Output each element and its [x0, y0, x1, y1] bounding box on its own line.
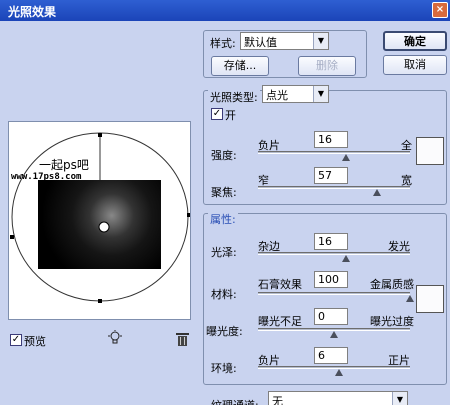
texture-value: 无: [272, 395, 283, 405]
texture-label: 纹理通道:: [211, 397, 259, 405]
ok-button[interactable]: 确定: [383, 31, 447, 51]
intensity-input[interactable]: 16: [314, 131, 348, 148]
light-type-label: 光照类型:: [208, 89, 260, 105]
light-bulb-icon[interactable]: [108, 330, 122, 346]
material-slider-thumb[interactable]: [406, 295, 414, 302]
intensity-label: 强度:: [211, 149, 237, 162]
window-title: 光照效果: [8, 5, 57, 19]
preview-checkbox[interactable]: ✓: [10, 334, 22, 346]
gloss-slider-track[interactable]: [258, 252, 410, 255]
light-center-handle[interactable]: [97, 220, 111, 234]
chevron-down-icon: ▼: [313, 86, 328, 102]
ambience-label: 环境:: [211, 362, 237, 375]
style-label: 样式:: [210, 37, 236, 50]
save-style-button[interactable]: 存储...: [211, 56, 269, 76]
ellipse-handle-left: [10, 235, 14, 239]
light-type-value: 点光: [266, 89, 288, 102]
light-type-select[interactable]: 点光 ▼: [262, 85, 329, 103]
ellipse-handle-bottom: [98, 299, 102, 303]
cancel-button[interactable]: 取消: [383, 55, 447, 75]
focus-input[interactable]: 57: [314, 167, 348, 184]
light-on-checkbox[interactable]: ✓: [211, 108, 223, 120]
exposure-left-label: 曝光不足: [258, 315, 302, 328]
gloss-slider-thumb[interactable]: [342, 255, 351, 262]
material-slider-track[interactable]: [258, 292, 410, 295]
style-select[interactable]: 默认值 ▼: [240, 32, 329, 50]
gloss-label: 光泽:: [211, 246, 237, 259]
preview-label: 预览: [24, 335, 46, 348]
material-input[interactable]: 100: [314, 271, 348, 288]
intensity-slider-thumb[interactable]: [342, 154, 351, 161]
exposure-input[interactable]: 0: [314, 308, 348, 325]
focus-slider-thumb[interactable]: [372, 189, 381, 196]
ambience-input[interactable]: 6: [314, 347, 348, 364]
ellipse-handle-top: [98, 133, 102, 137]
ambience-slider-thumb[interactable]: [334, 369, 343, 376]
material-left-label: 石膏效果: [258, 278, 302, 291]
title-bar: 光照效果 ×: [0, 0, 450, 21]
focus-label: 聚焦:: [211, 186, 237, 199]
intensity-slider-track[interactable]: [258, 151, 410, 154]
light-on-label: 开: [225, 109, 236, 122]
preview-area[interactable]: 一起ps吧 www.17ps8.com: [8, 121, 191, 320]
close-icon[interactable]: ×: [432, 2, 448, 18]
exposure-right-label: 曝光过度: [370, 315, 414, 328]
delete-style-button[interactable]: 删除: [298, 56, 356, 76]
material-right-label: 金属质感: [370, 278, 414, 291]
material-label: 材料:: [211, 288, 237, 301]
style-value: 默认值: [244, 36, 277, 49]
light-color-swatch[interactable]: [416, 137, 444, 165]
chevron-down-icon: ▼: [313, 33, 328, 49]
exposure-label: 曝光度:: [206, 325, 243, 338]
chevron-down-icon: ▼: [392, 392, 407, 405]
ambient-color-swatch[interactable]: [416, 285, 444, 313]
watermark-cn: 一起ps吧: [39, 158, 89, 172]
trash-icon[interactable]: [176, 332, 189, 346]
gloss-input[interactable]: 16: [314, 233, 348, 250]
properties-header: 属性:: [208, 211, 238, 227]
focus-slider-track[interactable]: [258, 186, 410, 189]
exposure-slider-thumb[interactable]: [330, 331, 338, 338]
ellipse-handle-right: [187, 213, 190, 217]
texture-select[interactable]: 无 ▼: [268, 391, 408, 405]
